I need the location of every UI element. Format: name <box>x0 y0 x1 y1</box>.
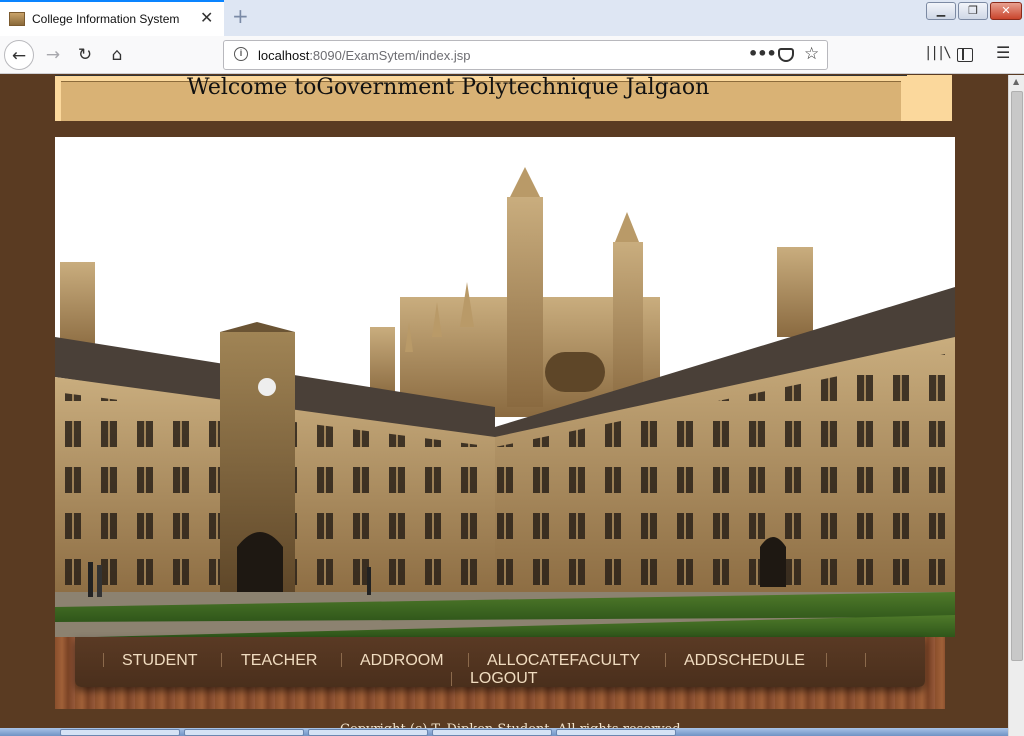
forward-arrow-icon[interactable]: → <box>38 40 68 70</box>
taskbar-button[interactable] <box>60 729 180 736</box>
menu-icon[interactable]: ☰ <box>996 45 1010 61</box>
menu-separator <box>665 653 666 667</box>
menu-item-student[interactable]: STUDENT <box>122 652 198 670</box>
scroll-up-arrow-icon[interactable]: ▲ <box>1013 77 1019 86</box>
reload-icon[interactable]: ↻ <box>70 40 100 70</box>
new-tab-icon[interactable]: + <box>232 4 249 28</box>
college-building-illustration <box>55 137 955 637</box>
browser-navbar: ← → ↻ ⌂ i localhost:8090/ExamSytem/index… <box>0 36 1024 74</box>
scroll-thumb[interactable] <box>1011 91 1023 661</box>
menu-separator <box>103 653 104 667</box>
menu-item-addroom[interactable]: ADDROOM <box>360 652 444 670</box>
home-icon[interactable]: ⌂ <box>102 40 132 70</box>
more-icon[interactable]: ••• <box>748 44 777 63</box>
library-icon[interactable]: |||\ <box>924 45 952 61</box>
menu-panel: STUDENT TEACHER ADDROOM ALLOCATEFACULTY … <box>75 637 925 687</box>
sidebar-icon[interactable] <box>957 48 973 62</box>
menu-separator <box>865 653 866 667</box>
back-arrow-icon[interactable]: ← <box>4 40 34 70</box>
menu-item-allocatefaculty[interactable]: ALLOCATEFACULTY <box>487 652 640 670</box>
main-menu: STUDENT TEACHER ADDROOM ALLOCATEFACULTY … <box>55 637 945 709</box>
url-bar[interactable]: i localhost:8090/ExamSytem/index.jsp •••… <box>223 40 828 70</box>
url-path: :8090/ExamSytem/index.jsp <box>309 48 471 63</box>
taskbar-button[interactable] <box>308 729 428 736</box>
menu-item-teacher[interactable]: TEACHER <box>241 652 317 670</box>
menu-separator <box>341 653 342 667</box>
menu-separator <box>468 653 469 667</box>
maximize-window-button[interactable]: ❐ <box>958 2 988 20</box>
menu-separator <box>826 653 827 667</box>
minimize-window-button[interactable]: ▁ <box>926 2 956 20</box>
page-scrollbar[interactable]: ▲ <box>1008 75 1024 736</box>
browser-tab[interactable]: College Information System ✕ <box>0 0 224 36</box>
page-header: Welcome toGovernment Polytechnique Jalga… <box>55 75 952 121</box>
college-building-image <box>55 137 955 637</box>
taskbar-button[interactable] <box>556 729 676 736</box>
taskbar-button[interactable] <box>432 729 552 736</box>
tab-favicon-icon <box>9 12 25 26</box>
close-window-button[interactable]: ✕ <box>990 2 1022 20</box>
menu-item-addschedule[interactable]: ADDSCHEDULE <box>684 652 805 670</box>
close-tab-icon[interactable]: ✕ <box>200 10 213 26</box>
menu-separator <box>451 672 452 686</box>
page-title: Welcome toGovernment Polytechnique Jalga… <box>187 75 710 100</box>
url-host: localhost <box>258 48 310 63</box>
taskbar-button[interactable] <box>184 729 304 736</box>
page-viewport: Welcome toGovernment Polytechnique Jalga… <box>0 75 1008 736</box>
star-icon[interactable]: ☆ <box>804 44 819 64</box>
menu-item-logout[interactable]: LOGOUT <box>470 670 538 688</box>
os-taskbar <box>0 728 1008 736</box>
menu-separator <box>221 653 222 667</box>
pocket-icon[interactable] <box>778 48 794 62</box>
info-icon[interactable]: i <box>234 47 248 61</box>
window-titlebar: College Information System ✕ + ▁ ❐ ✕ <box>0 0 1024 36</box>
url-text[interactable]: localhost:8090/ExamSytem/index.jsp <box>258 48 470 63</box>
tab-title: College Information System <box>32 12 180 26</box>
